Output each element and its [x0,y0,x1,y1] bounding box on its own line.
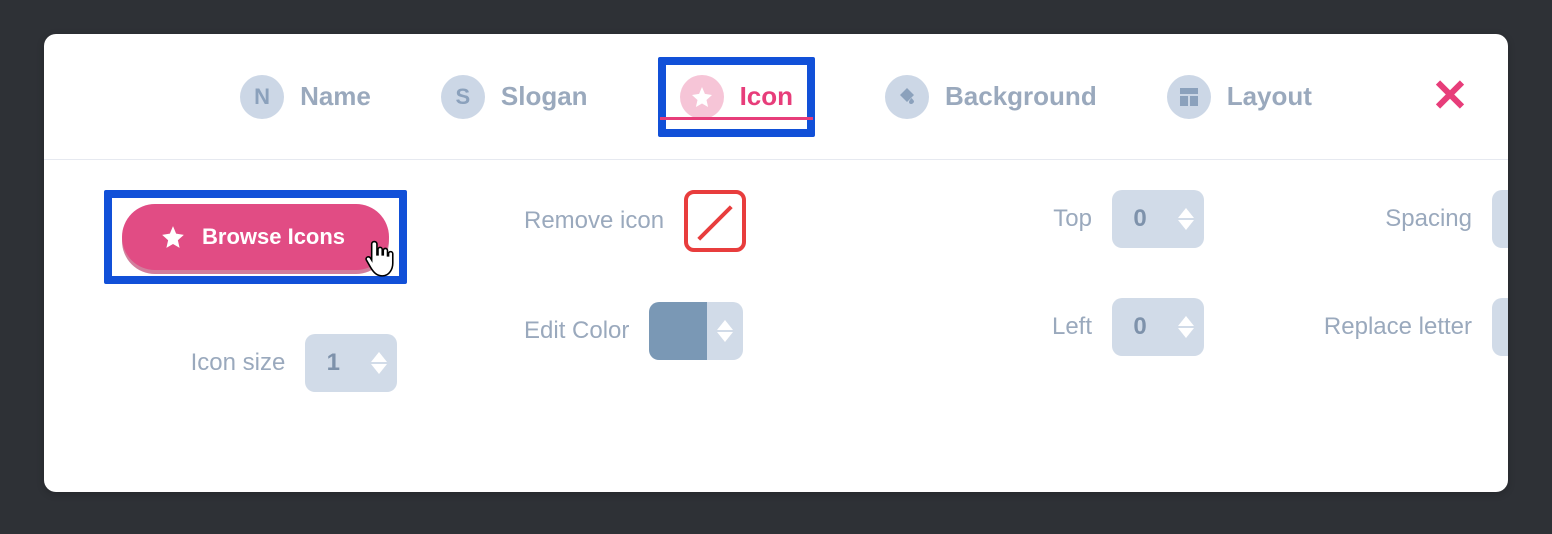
replace-letter-label: Replace letter [1324,313,1472,341]
icon-size-arrows [361,334,397,392]
tab-icon-badge [680,75,724,119]
tab-name[interactable]: N Name [240,34,371,159]
edit-color-control[interactable] [649,302,743,360]
spacing-stepper[interactable]: 1 [1492,190,1508,248]
edit-color-label: Edit Color [524,317,629,345]
spacing-label: Spacing [1385,205,1472,233]
column-right-2: Spacing 1 Replace letter 0 [1244,190,1508,452]
remove-icon-row: Remove icon [524,190,844,252]
top-value: 0 [1112,190,1168,248]
tab-layout-badge [1167,75,1211,119]
icon-size-stepper[interactable]: 1 [305,334,397,392]
paint-bucket-icon [895,85,919,109]
tab-icon[interactable]: Icon [680,75,793,119]
edit-color-row: Edit Color [524,302,844,360]
star-icon [160,224,186,250]
browse-button-wrap: Browse Icons [122,204,389,270]
close-button[interactable] [1432,76,1468,117]
remove-icon-button[interactable] [684,190,746,252]
color-swatch[interactable] [649,302,707,360]
replace-letter-row: Replace letter 0 [1324,298,1508,356]
top-row: Top 0 [1053,190,1204,248]
remove-icon-label: Remove icon [524,207,664,235]
replace-letter-value: 0 [1492,298,1508,356]
spacing-row: Spacing 1 [1385,190,1508,248]
left-stepper[interactable]: 0 [1112,298,1204,356]
top-stepper[interactable]: 0 [1112,190,1204,248]
icon-size-row: Icon size 1 [191,334,398,392]
column-left: Browse Icons Icon size 1 [104,190,484,452]
tab-slogan[interactable]: S Slogan [441,34,588,159]
icon-size-down-icon[interactable] [371,364,387,374]
tab-background-badge [885,75,929,119]
top-arrows [1168,190,1204,248]
star-icon [690,85,714,109]
top-up-icon[interactable] [1178,208,1194,218]
tab-slogan-badge: S [441,75,485,119]
highlight-browse-button: Browse Icons [104,190,407,284]
color-up-icon[interactable] [717,320,733,330]
left-arrows [1168,298,1204,356]
content-area: Browse Icons Icon size 1 [44,160,1508,492]
tab-background-label: Background [945,81,1097,112]
left-value: 0 [1112,298,1168,356]
browse-icons-button[interactable]: Browse Icons [122,204,389,270]
cursor-hand-icon [361,240,395,278]
close-icon [1432,76,1468,112]
column-mid: Remove icon Edit Color [524,190,844,452]
tab-bar: N Name S Slogan Icon Background [44,34,1508,160]
left-label: Left [1052,313,1092,341]
tab-name-label: Name [300,81,371,112]
color-down-icon[interactable] [717,332,733,342]
tab-layout-label: Layout [1227,81,1312,112]
icon-size-label: Icon size [191,349,286,377]
spacing-value: 1 [1492,190,1508,248]
left-row: Left 0 [1052,298,1204,356]
icon-size-value: 1 [305,334,361,392]
color-arrows [707,302,743,360]
tab-icon-label: Icon [740,81,793,112]
top-down-icon[interactable] [1178,220,1194,230]
highlight-tab-icon: Icon [658,57,815,137]
icon-size-up-icon[interactable] [371,352,387,362]
tab-background[interactable]: Background [885,34,1097,159]
layout-icon [1177,85,1201,109]
left-down-icon[interactable] [1178,328,1194,338]
replace-letter-stepper[interactable]: 0 [1492,298,1508,356]
tab-layout[interactable]: Layout [1167,34,1312,159]
left-up-icon[interactable] [1178,316,1194,326]
editor-panel: N Name S Slogan Icon Background [44,34,1508,492]
tab-slogan-label: Slogan [501,81,588,112]
column-right-1: Top 0 Left 0 [924,190,1204,452]
tab-name-badge: N [240,75,284,119]
browse-icons-label: Browse Icons [202,224,345,250]
top-label: Top [1053,205,1092,233]
